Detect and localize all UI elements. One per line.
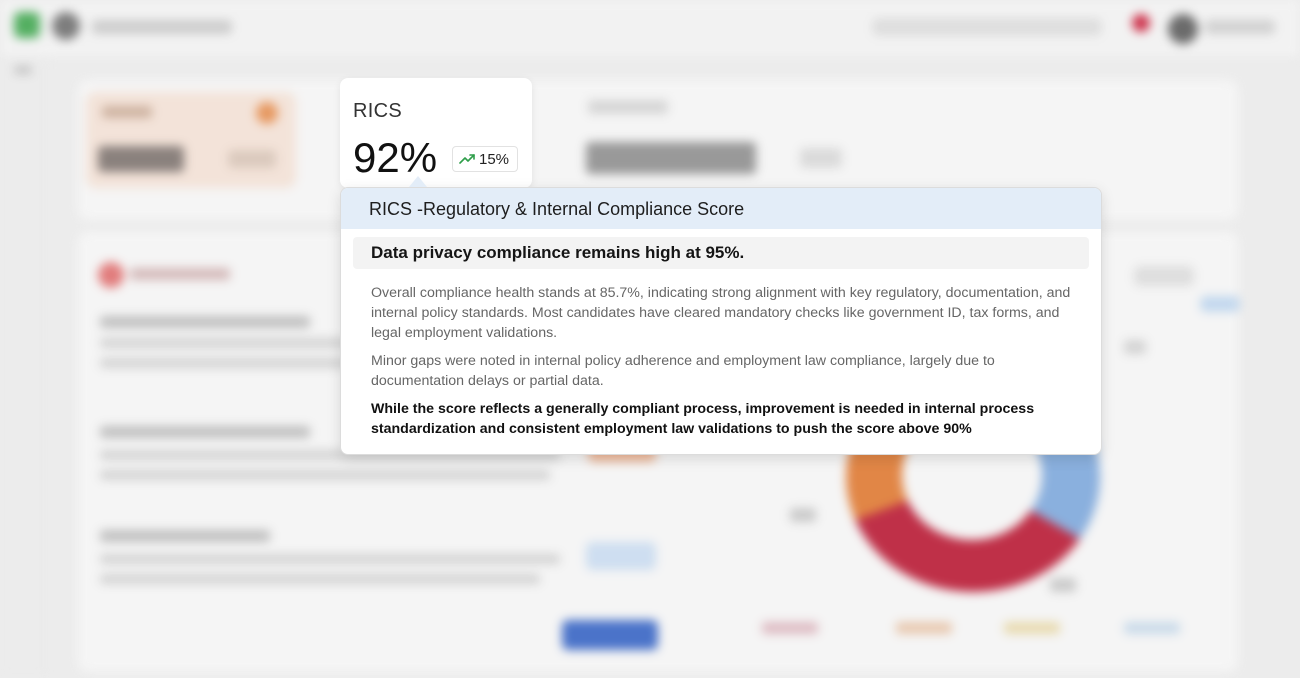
- sidebar: [0, 58, 46, 678]
- tooltip-paragraph: Overall compliance health stands at 85.7…: [371, 285, 1071, 341]
- avatar: [1168, 14, 1198, 44]
- notification-icon: [1132, 14, 1150, 32]
- action-button: [562, 620, 658, 650]
- list-item: [100, 554, 560, 564]
- trend-value: 15%: [479, 150, 510, 168]
- legend-item: [896, 622, 952, 634]
- list-item: [100, 530, 270, 542]
- tooltip-title: RICS -Regulatory & Internal Compliance S…: [341, 188, 1101, 229]
- metric-card-badge-placeholder: [800, 148, 842, 168]
- list-item: [100, 574, 540, 584]
- metric-value: 92%: [353, 134, 438, 181]
- alert-icon: [98, 262, 124, 288]
- legend-item: [762, 622, 818, 634]
- legend-item: [1004, 622, 1060, 634]
- alert-label-placeholder: [130, 268, 230, 280]
- app-logo: [14, 12, 40, 38]
- status-badge: [586, 542, 656, 570]
- chart-label: [790, 508, 816, 522]
- metric-title: RICS: [353, 100, 402, 122]
- filter-dropdown: [1134, 266, 1194, 286]
- rics-metric-card[interactable]: RICS 92% 15%: [340, 78, 532, 188]
- trend-badge: 15%: [452, 146, 519, 172]
- top-bar-search: [872, 18, 1102, 36]
- tooltip-body: Data privacy compliance remains high at …: [341, 229, 1101, 439]
- chart-label: [1050, 578, 1076, 592]
- tooltip-pointer: [409, 176, 427, 187]
- status-badge: [1200, 296, 1240, 312]
- rics-tooltip: RICS -Regulatory & Internal Compliance S…: [340, 187, 1102, 455]
- tooltip-highlight: Data privacy compliance remains high at …: [353, 237, 1089, 269]
- brand-name-placeholder: [92, 20, 232, 34]
- tooltip-paragraph: Minor gaps were noted in internal policy…: [371, 353, 995, 389]
- metric-card-background: [86, 92, 296, 188]
- list-item: [100, 426, 310, 438]
- legend-item: [1124, 622, 1180, 634]
- tooltip-conclusion: While the score reflects a generally com…: [371, 401, 1035, 437]
- close-icon: [1124, 340, 1146, 354]
- trending-up-icon: [459, 153, 475, 165]
- sidebar-item: [14, 66, 32, 74]
- brand-icon: [52, 12, 80, 40]
- list-item: [100, 470, 550, 480]
- metric-card-value-placeholder: [586, 142, 756, 174]
- list-item: [100, 316, 310, 328]
- user-name-placeholder: [1205, 20, 1275, 34]
- metric-card-title-placeholder: [588, 100, 668, 114]
